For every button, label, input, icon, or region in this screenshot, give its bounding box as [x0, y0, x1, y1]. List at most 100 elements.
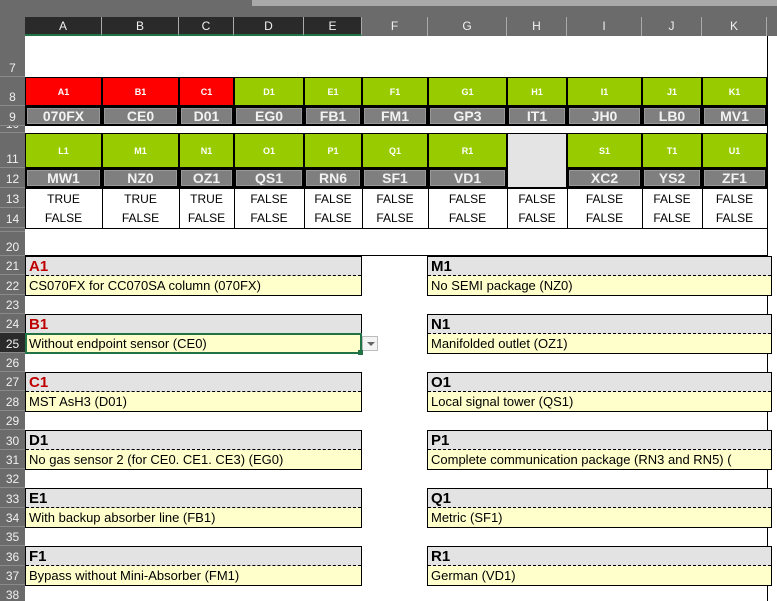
- boolean-cell[interactable]: TRUE: [25, 189, 102, 208]
- option-label-cell[interactable]: R1: [428, 133, 507, 168]
- row-header-12[interactable]: 12: [0, 168, 25, 188]
- row-header-13[interactable]: 13: [0, 188, 25, 208]
- boolean-cell[interactable]: FALSE: [702, 208, 767, 227]
- option-code-cell[interactable]: FB1: [304, 106, 362, 126]
- option-label-cell[interactable]: A1: [25, 77, 102, 106]
- row-header-9[interactable]: 9: [0, 106, 25, 126]
- boolean-cell[interactable]: FALSE: [507, 189, 567, 208]
- option-code-cell[interactable]: IT1: [507, 106, 567, 126]
- option-label-cell[interactable]: H1: [507, 77, 567, 106]
- boolean-cell[interactable]: TRUE: [102, 189, 179, 208]
- row-header-11[interactable]: 11: [0, 133, 25, 168]
- option-label-cell[interactable]: N1: [179, 133, 234, 168]
- row-header-28[interactable]: 28: [0, 391, 25, 411]
- fill-handle[interactable]: [358, 350, 363, 355]
- option-code-cell[interactable]: MW1: [25, 168, 102, 188]
- row-header-33[interactable]: 33: [0, 488, 25, 508]
- option-label-cell[interactable]: M1: [102, 133, 179, 168]
- option-code-cell[interactable]: FM1: [362, 106, 428, 126]
- option-code-cell[interactable]: 070FX: [25, 106, 102, 126]
- option-code-cell[interactable]: EG0: [234, 106, 304, 126]
- boolean-cell[interactable]: FALSE: [179, 208, 234, 227]
- option-code-cell[interactable]: VD1: [428, 168, 507, 188]
- row-header-7[interactable]: 7: [0, 36, 25, 77]
- row-header-37[interactable]: 37: [0, 566, 25, 585]
- column-header-i[interactable]: I: [567, 17, 642, 36]
- row-header-8[interactable]: 8: [0, 77, 25, 106]
- boolean-cell[interactable]: FALSE: [362, 208, 428, 227]
- option-description-select[interactable]: Metric (SF1): [428, 508, 771, 527]
- option-description-select[interactable]: Complete communication package (RN3 and …: [428, 450, 771, 469]
- option-code-cell[interactable]: D01: [179, 106, 234, 126]
- boolean-cell[interactable]: FALSE: [567, 208, 642, 227]
- option-description-select[interactable]: German (VD1): [428, 566, 771, 585]
- boolean-cell[interactable]: FALSE: [362, 189, 428, 208]
- boolean-cell[interactable]: FALSE: [428, 208, 507, 227]
- option-label-cell[interactable]: K1: [702, 77, 767, 106]
- boolean-cell[interactable]: TRUE: [179, 189, 234, 208]
- option-label-cell[interactable]: B1: [102, 77, 179, 106]
- column-header-f[interactable]: F: [362, 17, 428, 36]
- row-header-30[interactable]: 30: [0, 430, 25, 450]
- boolean-cell[interactable]: FALSE: [702, 189, 767, 208]
- option-code-cell[interactable]: XC2: [567, 168, 642, 188]
- option-label-cell[interactable]: J1: [642, 77, 702, 106]
- row-header-24[interactable]: 24: [0, 314, 25, 333]
- option-description-select[interactable]: No SEMI package (NZ0): [428, 276, 771, 295]
- boolean-cell[interactable]: FALSE: [642, 208, 702, 227]
- row-header-38[interactable]: 38: [0, 585, 25, 601]
- option-code-cell[interactable]: CE0: [102, 106, 179, 126]
- column-header-d[interactable]: D: [234, 17, 304, 36]
- option-label-cell[interactable]: T1: [642, 133, 702, 168]
- option-code-cell[interactable]: JH0: [567, 106, 642, 126]
- option-code-cell[interactable]: GP3: [428, 106, 507, 126]
- option-code-cell[interactable]: SF1: [362, 168, 428, 188]
- option-description-select[interactable]: Bypass without Mini-Absorber (FM1): [26, 566, 361, 585]
- option-code-cell[interactable]: MV1: [702, 106, 767, 126]
- boolean-cell[interactable]: FALSE: [25, 208, 102, 227]
- option-label-cell[interactable]: G1: [428, 77, 507, 106]
- option-label-cell[interactable]: L1: [25, 133, 102, 168]
- option-description-select[interactable]: Without endpoint sensor (CE0): [25, 333, 362, 354]
- option-label-cell[interactable]: E1: [304, 77, 362, 106]
- boolean-cell[interactable]: FALSE: [102, 208, 179, 227]
- option-code-cell[interactable]: NZ0: [102, 168, 179, 188]
- option-description-select[interactable]: With backup absorber line (FB1): [26, 508, 361, 527]
- option-label-cell[interactable]: Q1: [362, 133, 428, 168]
- row-header-20[interactable]: 20: [0, 232, 25, 256]
- boolean-cell[interactable]: FALSE: [304, 189, 362, 208]
- boolean-cell[interactable]: FALSE: [234, 189, 304, 208]
- column-header-j[interactable]: J: [642, 17, 702, 36]
- cell-dropdown-button[interactable]: [362, 336, 378, 351]
- row-header-26[interactable]: 26: [0, 353, 25, 372]
- option-code-cell[interactable]: ZF1: [702, 168, 767, 188]
- option-code-cell[interactable]: QS1: [234, 168, 304, 188]
- boolean-cell[interactable]: FALSE: [234, 208, 304, 227]
- option-description-select[interactable]: Manifolded outlet (OZ1): [428, 334, 771, 353]
- option-label-cell[interactable]: P1: [304, 133, 362, 168]
- column-header-h[interactable]: H: [507, 17, 567, 36]
- option-label-cell[interactable]: I1: [567, 77, 642, 106]
- row-header-34[interactable]: 34: [0, 508, 25, 527]
- row-header-32[interactable]: 32: [0, 469, 25, 488]
- option-label-cell[interactable]: F1: [362, 77, 428, 106]
- boolean-cell[interactable]: FALSE: [304, 208, 362, 227]
- empty-option-cell[interactable]: [507, 133, 567, 188]
- option-code-cell[interactable]: OZ1: [179, 168, 234, 188]
- column-header-c[interactable]: C: [179, 17, 234, 36]
- row-header-22[interactable]: 22: [0, 275, 25, 295]
- option-code-cell[interactable]: RN6: [304, 168, 362, 188]
- row-header-27[interactable]: 27: [0, 372, 25, 391]
- boolean-cell[interactable]: FALSE: [428, 189, 507, 208]
- boolean-cell[interactable]: FALSE: [507, 208, 567, 227]
- option-description-select[interactable]: MST AsH3 (D01): [26, 392, 361, 411]
- option-description-select[interactable]: No gas sensor 2 (for CE0. CE1. CE3) (EG0…: [26, 450, 361, 469]
- option-code-cell[interactable]: YS2: [642, 168, 702, 188]
- option-description-select[interactable]: CS070FX for CC070SA column (070FX): [26, 276, 361, 295]
- row-header-29[interactable]: 29: [0, 411, 25, 430]
- row-header-25[interactable]: 25: [0, 333, 25, 353]
- column-header-e[interactable]: E: [304, 17, 362, 36]
- option-label-cell[interactable]: S1: [567, 133, 642, 168]
- row-header-21[interactable]: 21: [0, 256, 25, 275]
- column-header-k[interactable]: K: [702, 17, 767, 36]
